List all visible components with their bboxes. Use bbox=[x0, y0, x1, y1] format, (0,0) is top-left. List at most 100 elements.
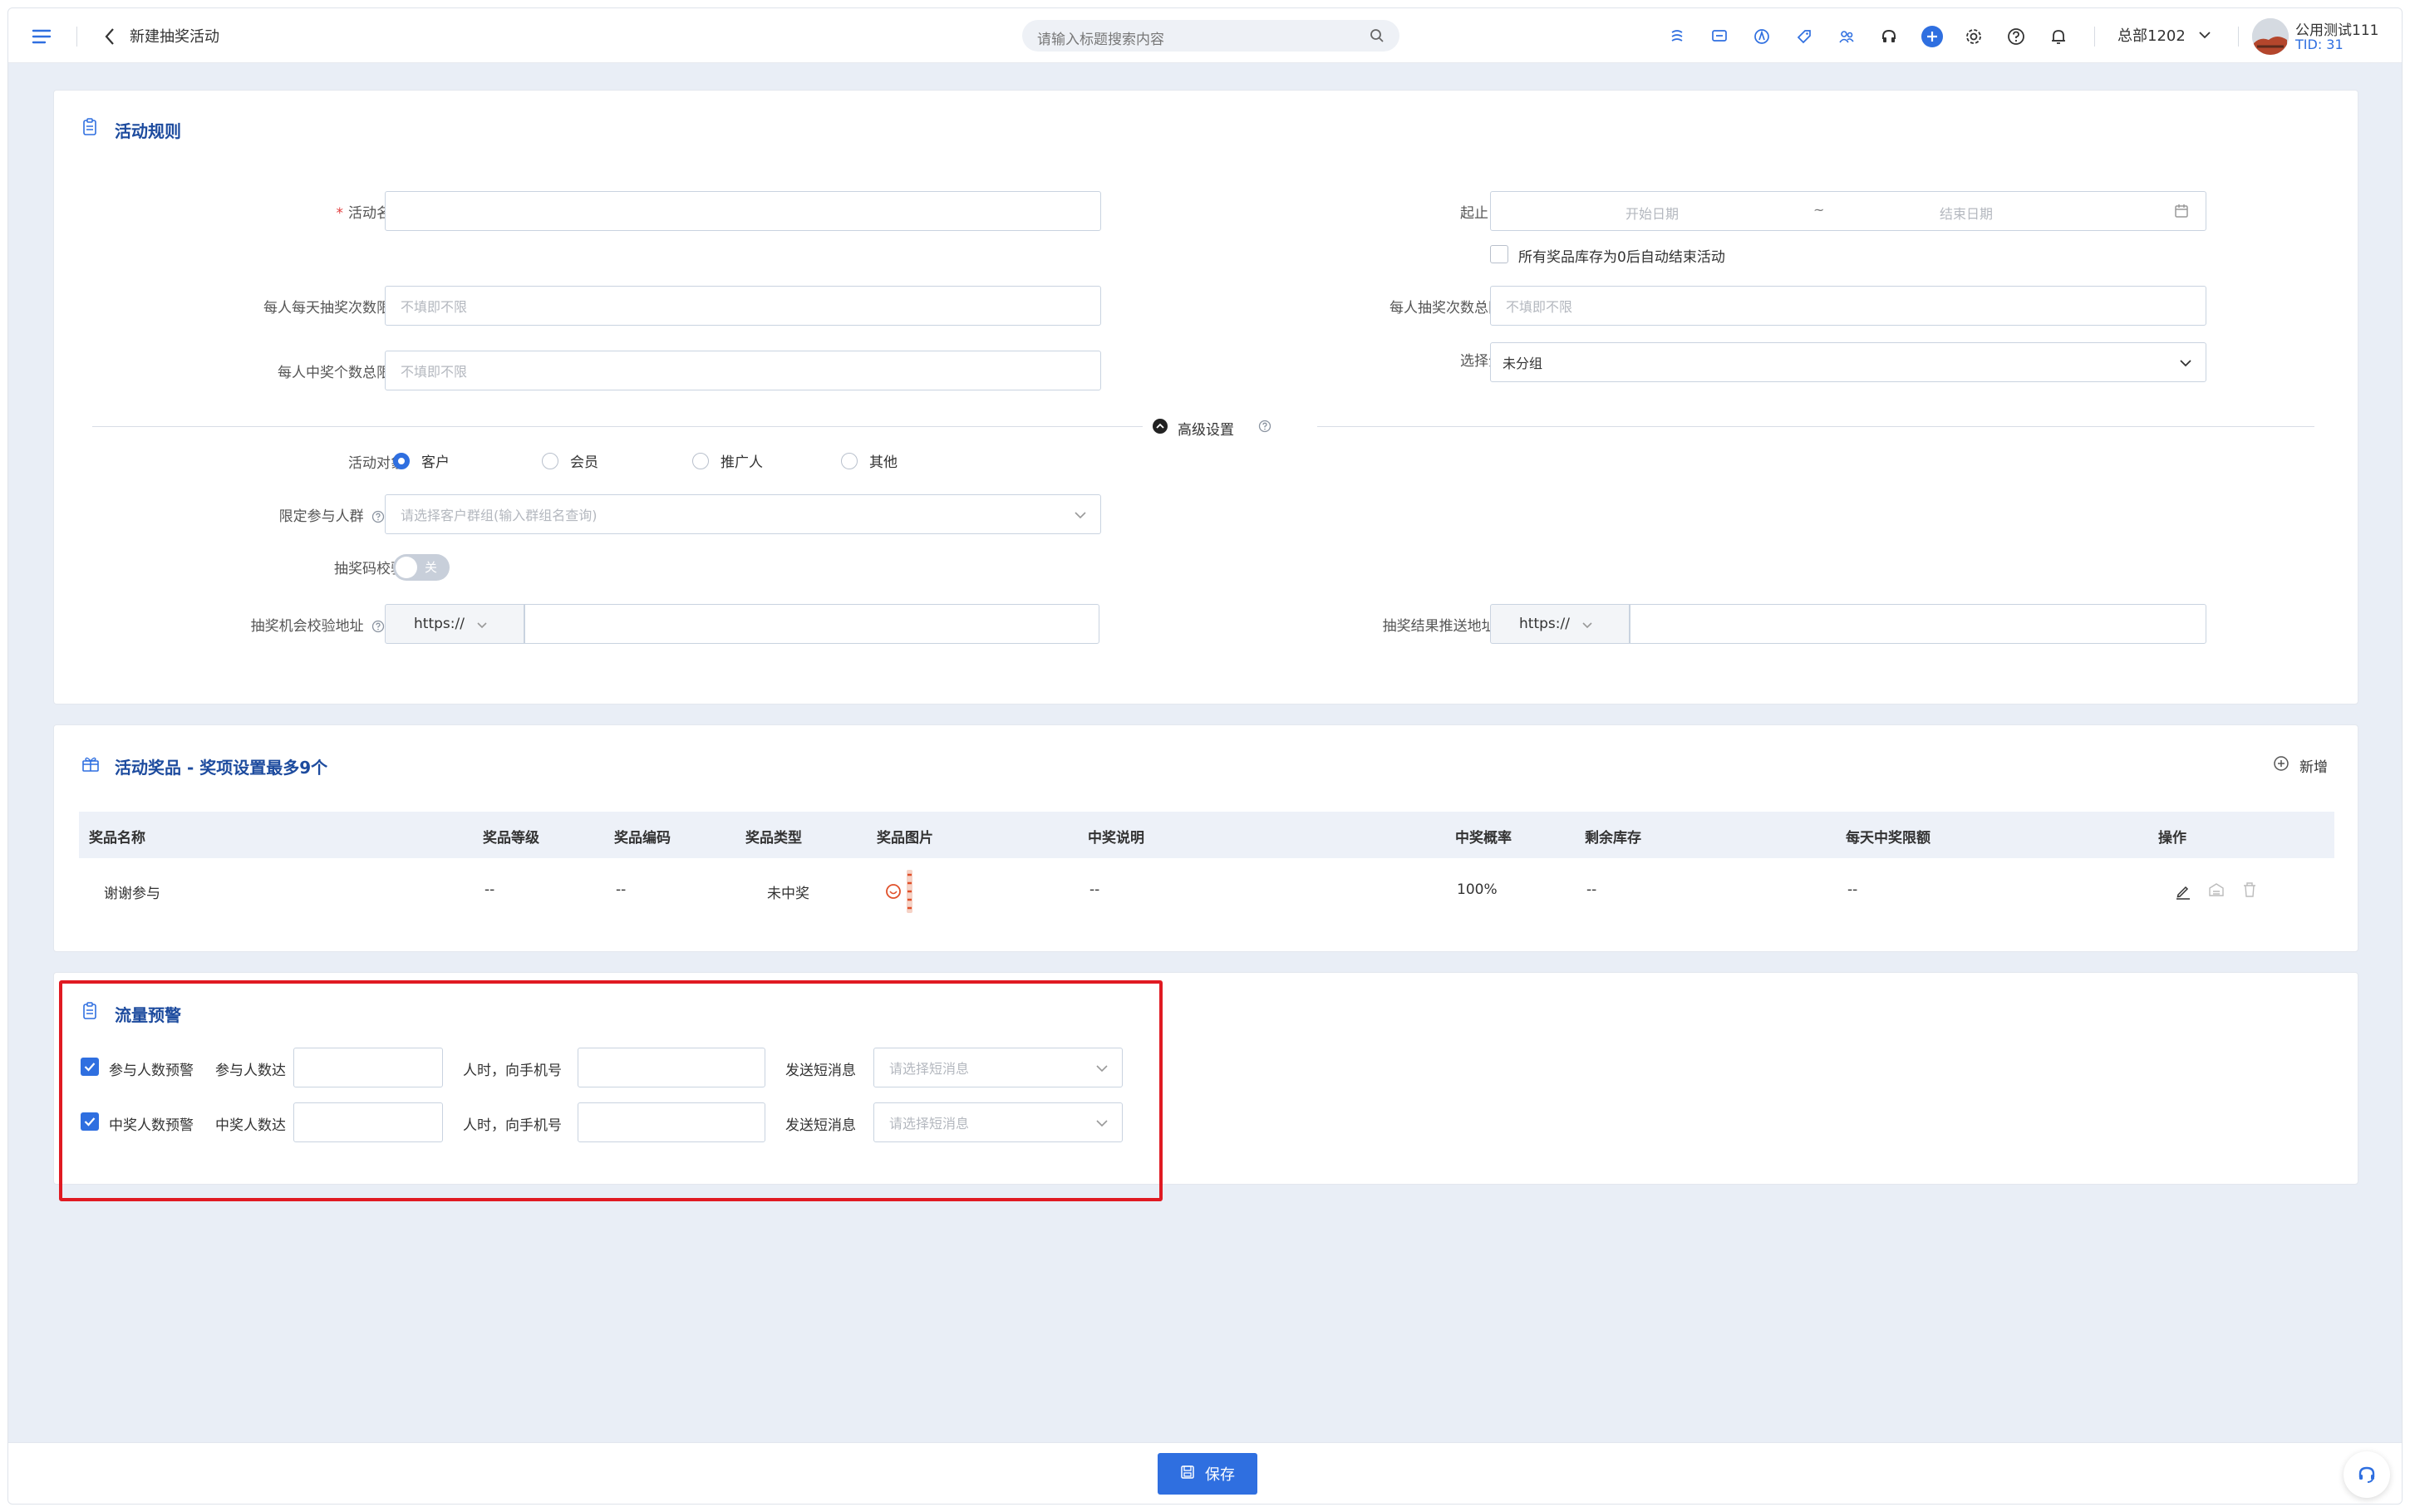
column-header: 中奖说明 bbox=[1088, 830, 1144, 847]
prizes-title: 活动奖品 - 奖项设置最多9个 bbox=[115, 758, 328, 778]
group-value: 未分组 bbox=[1503, 356, 1543, 371]
column-header: 每天中奖限额 bbox=[1846, 830, 1930, 847]
save-button[interactable]: 保存 bbox=[1158, 1453, 1257, 1495]
customer-service-icon[interactable] bbox=[2344, 1451, 2390, 1498]
flow-icon[interactable] bbox=[1667, 27, 1687, 47]
column-header: 奖品编码 bbox=[614, 830, 671, 847]
date-range-picker[interactable]: 开始日期 ~ 结束日期 bbox=[1490, 191, 2206, 231]
top-bar: 新建抽奖活动 请输入标题搜索内容 总部1202 公用测试111 TID: 31 bbox=[8, 8, 2402, 63]
save-icon bbox=[1180, 1465, 1195, 1484]
target-option-promoter[interactable]: 推广人 bbox=[692, 450, 763, 471]
app-window: 新建抽奖活动 请输入标题搜索内容 总部1202 公用测试111 TID: 31 … bbox=[7, 7, 2403, 1505]
verify-protocol: https:// bbox=[414, 616, 465, 632]
push-protocol-select[interactable]: https:// bbox=[1490, 604, 1630, 644]
push-url-label: 抽奖结果推送地址 bbox=[1267, 614, 1517, 637]
add-prize-button[interactable]: 新增 bbox=[2273, 755, 2328, 776]
total-limit-input[interactable]: 不填即不限 bbox=[1490, 286, 2206, 326]
date-separator: ~ bbox=[1813, 202, 1825, 218]
tid-label: TID: 31 bbox=[2295, 37, 2344, 52]
target-option-member[interactable]: 会员 bbox=[542, 450, 598, 471]
verify-protocol-select[interactable]: https:// bbox=[385, 604, 524, 644]
verify-url-input[interactable] bbox=[524, 604, 1099, 644]
column-header: 操作 bbox=[2158, 830, 2186, 847]
chevron-down-icon bbox=[1581, 616, 1593, 633]
start-date-placeholder[interactable]: 开始日期 bbox=[1626, 203, 1679, 223]
win-limit-input[interactable]: 不填即不限 bbox=[385, 351, 1101, 390]
tag-icon[interactable] bbox=[1794, 27, 1814, 47]
crowd-label: 限定参与人群 bbox=[179, 504, 385, 528]
target-option-customer[interactable]: 客户 bbox=[393, 450, 450, 471]
calendar-icon[interactable] bbox=[2172, 202, 2191, 220]
prize-daily-cell: -- bbox=[1847, 881, 1858, 898]
search-bar[interactable]: 请输入标题搜索内容 bbox=[1022, 20, 1399, 52]
daily-limit-input[interactable]: 不填即不限 bbox=[385, 286, 1101, 326]
group-select[interactable]: 未分组 bbox=[1490, 342, 2206, 382]
back-icon[interactable] bbox=[100, 25, 120, 48]
compass-icon[interactable] bbox=[1752, 27, 1772, 47]
divider bbox=[2238, 27, 2239, 47]
verify-url-label: 抽奖机会校验地址 bbox=[179, 614, 385, 637]
win-limit-label: 每人中奖个数总限额 bbox=[278, 365, 405, 381]
push-url-input[interactable] bbox=[1630, 604, 2206, 644]
search-icon[interactable] bbox=[1368, 27, 1386, 45]
rules-card: 活动规则 * 活动名称 起止日期 开始日期 ~ 结束日期 所有奖品库存为0后自动结… bbox=[53, 90, 2358, 704]
edit-icon[interactable] bbox=[2173, 881, 2193, 901]
message-icon[interactable] bbox=[1709, 27, 1729, 47]
toggle-text: 关 bbox=[425, 560, 438, 575]
column-header: 奖品名称 bbox=[89, 830, 145, 847]
push-protocol: https:// bbox=[1519, 616, 1570, 632]
search-placeholder: 请输入标题搜索内容 bbox=[1037, 32, 1164, 48]
table-header: 奖品名称 奖品等级 奖品编码 奖品类型 奖品图片 中奖说明 中奖概率 剩余库存 … bbox=[79, 812, 2334, 858]
gear-icon[interactable] bbox=[1964, 27, 1984, 47]
rules-title: 活动规则 bbox=[115, 121, 181, 141]
chevron-down-icon bbox=[2177, 355, 2194, 371]
prize-level-cell: -- bbox=[484, 881, 495, 898]
total-limit-label: 每人抽奖次数总限额 bbox=[1389, 300, 1517, 317]
storage-icon[interactable] bbox=[2206, 880, 2226, 900]
code-check-label: 抽奖码校验 bbox=[334, 561, 405, 577]
advanced-settings-toggle[interactable]: 高级设置 bbox=[1143, 415, 1317, 439]
headset-icon[interactable] bbox=[1879, 27, 1899, 47]
help-icon[interactable] bbox=[2006, 27, 2026, 47]
help-icon[interactable] bbox=[371, 620, 385, 637]
plus-circle-icon bbox=[2273, 755, 2290, 776]
column-header: 奖品图片 bbox=[877, 830, 933, 847]
menu-icon[interactable] bbox=[30, 25, 53, 48]
code-check-toggle[interactable]: 关 bbox=[393, 554, 450, 581]
toggle-knob bbox=[396, 557, 417, 578]
prize-image bbox=[885, 866, 922, 916]
add-prize-label: 新增 bbox=[2299, 759, 2328, 776]
footer-bar: 保存 bbox=[8, 1442, 2402, 1504]
activity-name-input[interactable] bbox=[385, 191, 1101, 231]
advanced-settings-label: 高级设置 bbox=[1178, 422, 1234, 439]
activity-name-label: * 活动名称 bbox=[336, 205, 406, 222]
column-header: 奖品等级 bbox=[483, 830, 539, 847]
collapse-icon[interactable] bbox=[1153, 419, 1168, 434]
auto-end-checkbox[interactable] bbox=[1490, 245, 1508, 263]
add-circle-icon[interactable] bbox=[1921, 26, 1943, 47]
crowd-select[interactable]: 请选择客户群组(输入群组名查询) bbox=[385, 494, 1101, 534]
prize-type-cell: 未中奖 bbox=[767, 886, 809, 902]
org-selector[interactable]: 总部1202 bbox=[2117, 24, 2212, 46]
gift-icon bbox=[81, 754, 101, 773]
column-header: 中奖概率 bbox=[1455, 830, 1512, 847]
trash-icon[interactable] bbox=[2240, 880, 2260, 900]
highlight-box bbox=[59, 980, 1163, 1201]
bell-icon[interactable] bbox=[2048, 27, 2068, 47]
chevron-down-icon bbox=[2197, 27, 2212, 42]
prize-name-cell: 谢谢参与 bbox=[104, 886, 160, 902]
org-name: 总部1202 bbox=[2117, 27, 2186, 45]
prize-code-cell: -- bbox=[616, 881, 627, 898]
prize-rate-cell: 100% bbox=[1457, 881, 1498, 898]
help-icon[interactable] bbox=[1257, 419, 1272, 434]
daily-limit-label: 每人每天抽奖次数限额 bbox=[263, 300, 405, 317]
avatar[interactable] bbox=[2252, 18, 2289, 55]
page-title: 新建抽奖活动 bbox=[130, 28, 219, 46]
end-date-placeholder[interactable]: 结束日期 bbox=[1940, 203, 1993, 223]
chevron-down-icon bbox=[476, 616, 488, 633]
column-header: 剩余库存 bbox=[1585, 830, 1641, 847]
target-option-other[interactable]: 其他 bbox=[841, 450, 898, 471]
help-icon[interactable] bbox=[371, 510, 385, 528]
team-icon[interactable] bbox=[1837, 27, 1857, 47]
prize-desc-cell: -- bbox=[1089, 881, 1100, 898]
